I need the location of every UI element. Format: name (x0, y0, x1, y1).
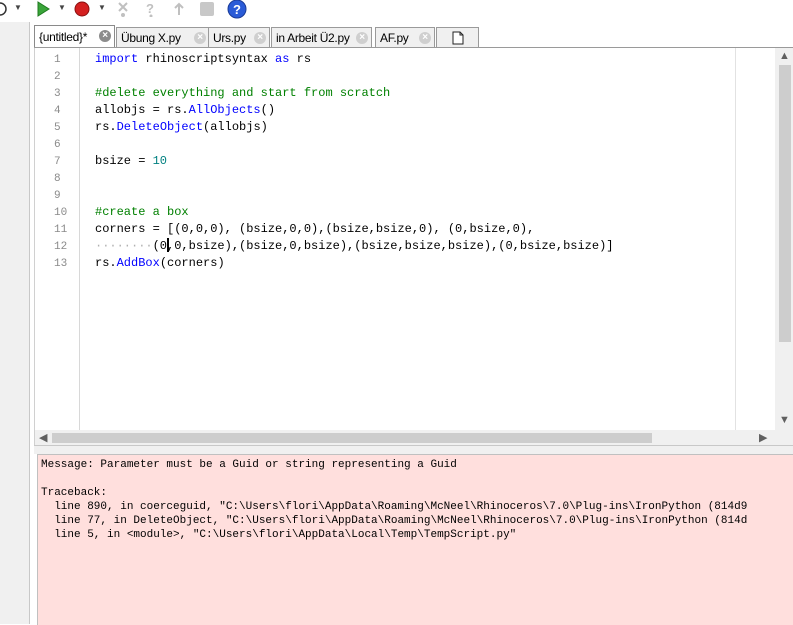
tab-label: {untitled}* (39, 30, 88, 44)
text-caret (167, 238, 169, 252)
function-name: DeleteObject (116, 120, 204, 134)
scroll-up-icon[interactable]: ▲ (779, 50, 790, 62)
traceback-line: line 890, in coerceguid, "C:\Users\flori… (41, 501, 748, 513)
close-icon[interactable]: × (356, 32, 368, 44)
code-text: rhinoscriptsyntax (138, 52, 276, 66)
traceback-label: Traceback: (41, 487, 108, 499)
chevron-down-icon[interactable]: ▼ (58, 3, 66, 12)
step-into-icon[interactable]: ? (142, 0, 160, 18)
tab-label: AF.py (380, 30, 409, 45)
panel-splitter[interactable] (34, 445, 793, 454)
traceback-line: line 5, in <module>, "C:\Users\flori\App… (41, 529, 517, 541)
indent-dots: ········ (95, 239, 153, 253)
left-panel (0, 22, 30, 624)
step-out-icon[interactable] (170, 0, 188, 18)
stop-square-icon[interactable] (198, 0, 216, 18)
stop-icon[interactable] (73, 0, 91, 18)
code-text: rs. (95, 256, 117, 270)
edge-guide (735, 48, 736, 430)
close-icon[interactable]: × (254, 32, 266, 44)
line-number: 11 (54, 224, 68, 236)
tab-label: Urs.py (213, 30, 246, 45)
line-number: 12 (54, 241, 68, 253)
svg-text:?: ? (146, 1, 154, 16)
line-number: 8 (54, 173, 61, 185)
vertical-scroll-thumb[interactable] (779, 65, 791, 342)
code-line-12: ········(0,0,bsize),(bsize,0,bsize),(bsi… (95, 239, 613, 253)
partial-tool-icon[interactable] (0, 0, 12, 18)
svg-text:?: ? (233, 2, 241, 17)
tab-af[interactable]: AF.py × (375, 27, 435, 47)
line-number: 7 (54, 156, 61, 168)
line-number: 1 (54, 54, 61, 66)
code-line-5: rs.DeleteObject(allobjs) (95, 120, 268, 134)
chevron-down-icon[interactable]: ▼ (98, 3, 106, 12)
traceback-line: line 77, in DeleteObject, "C:\Users\flor… (41, 515, 748, 527)
line-number: 10 (54, 207, 68, 219)
line-number: 6 (54, 139, 61, 151)
new-tab-button[interactable] (436, 27, 479, 47)
tab-label: in Arbeit Ü2.py (276, 30, 350, 45)
new-document-icon (452, 31, 463, 44)
function-name: AddBox (116, 256, 160, 270)
scroll-down-icon[interactable]: ▼ (779, 414, 790, 426)
code-text: rs (289, 52, 312, 66)
tab-in-arbeit[interactable]: in Arbeit Ü2.py × (271, 27, 372, 47)
error-message: Message: Parameter must be a Guid or str… (41, 459, 457, 471)
code-text: bsize = (95, 154, 153, 168)
line-number: 9 (54, 190, 61, 202)
toolbar: ▼ ▼ ▼ ? ? (0, 0, 793, 22)
tab-urs[interactable]: Urs.py × (208, 27, 270, 47)
code-line-13: rs.AddBox(corners) (95, 256, 225, 270)
code-line-3: #delete everything and start from scratc… (95, 86, 391, 100)
code-editor[interactable]: 1 2 3 4 5 6 7 8 9 10 11 12 13 import rhi… (34, 48, 793, 445)
code-line-7: bsize = 10 (95, 154, 167, 168)
line-number: 4 (54, 105, 61, 117)
code-text: rs. (95, 120, 117, 134)
code-text: (allobjs) (203, 120, 268, 134)
keyword: as (275, 52, 290, 66)
line-number-gutter: 1 2 3 4 5 6 7 8 9 10 11 12 13 (35, 48, 80, 430)
run-icon[interactable] (34, 0, 52, 18)
line-number: 13 (54, 258, 68, 270)
code-text: (corners) (159, 256, 225, 270)
scroll-right-icon[interactable]: ▶ (759, 431, 767, 444)
close-icon[interactable]: × (99, 30, 111, 42)
tab-untitled[interactable]: {untitled}* × (34, 25, 115, 48)
step-over-icon[interactable] (114, 0, 132, 18)
help-icon[interactable]: ? (226, 0, 248, 19)
code-line-4: allobjs = rs.AllObjects() (95, 103, 275, 117)
code-line-10: #create a box (95, 205, 189, 219)
keyword: import (95, 52, 139, 66)
tab-bar: {untitled}* × Übung X.py × Urs.py × in A… (34, 24, 793, 48)
code-text: () (260, 103, 276, 117)
tab-uebung-x[interactable]: Übung X.py × (116, 27, 210, 47)
output-panel[interactable]: Message: Parameter must be a Guid or str… (37, 454, 793, 625)
close-icon[interactable]: × (419, 32, 431, 44)
chevron-down-icon[interactable]: ▼ (14, 3, 22, 12)
code-text: (0,0,bsize),(bsize,0,bsize),(bsize,bsize… (152, 239, 614, 253)
code-line-11: corners = [(0,0,0), (bsize,0,0),(bsize,b… (95, 222, 535, 236)
scrollbar-corner (775, 430, 793, 445)
line-number: 2 (54, 71, 61, 83)
function-name: AllObjects (188, 103, 261, 117)
scroll-left-icon[interactable]: ◀ (39, 431, 47, 444)
close-icon[interactable]: × (194, 32, 206, 44)
tab-label: Übung X.py (121, 30, 181, 45)
code-text: allobjs = rs. (95, 103, 189, 117)
horizontal-scroll-thumb[interactable] (52, 433, 652, 443)
line-number: 5 (54, 122, 61, 134)
code-line-1: import rhinoscriptsyntax as rs (95, 52, 311, 66)
number-literal: 10 (152, 154, 168, 168)
line-number: 3 (54, 88, 61, 100)
